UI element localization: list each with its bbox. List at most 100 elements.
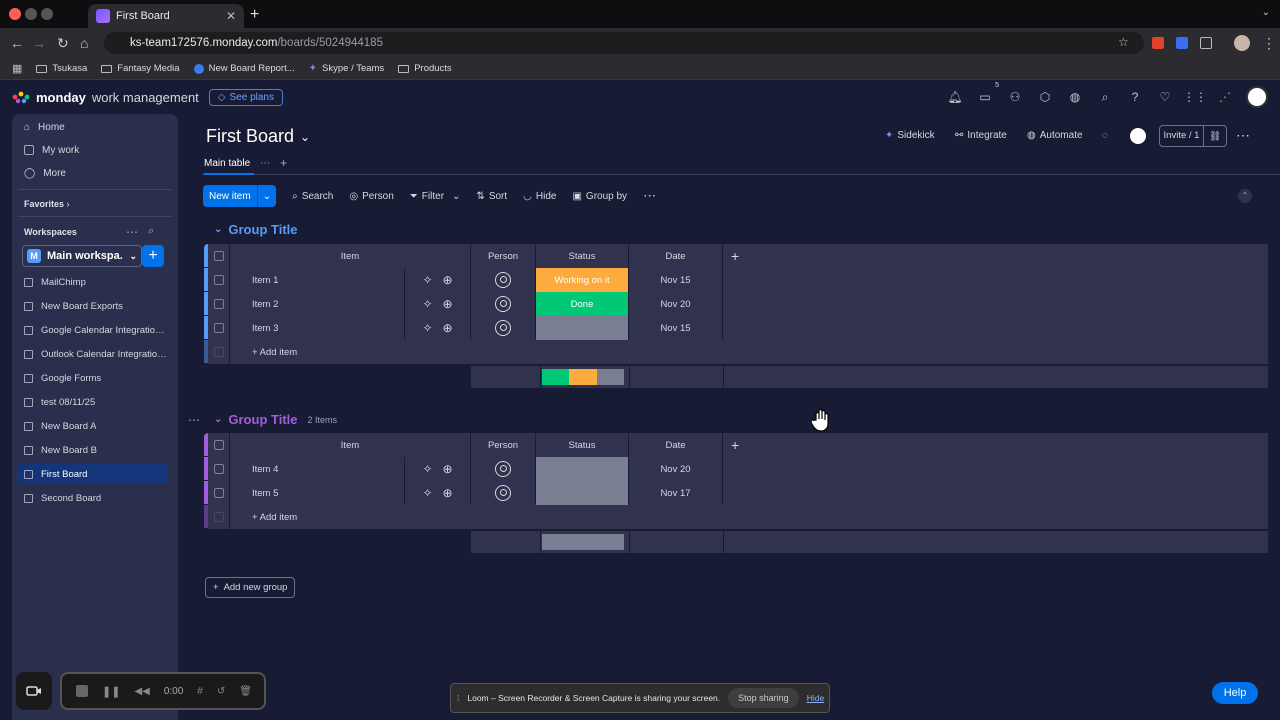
- user-avatar[interactable]: [1246, 86, 1268, 108]
- chevron-down-icon[interactable]: ⌄: [452, 191, 460, 202]
- date-cell[interactable]: Nov 20: [629, 457, 723, 481]
- person-cell[interactable]: [471, 292, 536, 316]
- loom-camera-button[interactable]: [16, 672, 52, 710]
- person-cell[interactable]: [471, 457, 536, 481]
- row-checkbox[interactable]: [208, 292, 230, 316]
- more-options-icon[interactable]: ⋯: [126, 225, 138, 239]
- link-icon[interactable]: ⛓: [1204, 131, 1226, 142]
- sidebar-board-outlook-calendar[interactable]: Outlook Calendar Integration...: [18, 344, 168, 364]
- integrate-button[interactable]: ⚯ Integrate: [955, 130, 1007, 141]
- sidebar-board-test[interactable]: test 08/11/25: [18, 392, 168, 412]
- column-header-date[interactable]: Date: [629, 244, 723, 268]
- inbox-icon[interactable]: ▭ 5: [976, 82, 999, 106]
- tab-options-icon[interactable]: ⋯: [260, 158, 270, 169]
- sidebar-board-new-board-a[interactable]: New Board A: [18, 416, 168, 436]
- monday-products-icon[interactable]: ⋰: [1216, 88, 1234, 106]
- minimize-window-button[interactable]: [25, 8, 37, 20]
- search-button[interactable]: ⌕ Search: [292, 191, 333, 202]
- date-cell[interactable]: Nov 15: [629, 268, 723, 292]
- extension-icon[interactable]: [1152, 37, 1164, 49]
- maximize-window-button[interactable]: [41, 8, 53, 20]
- select-all-checkbox[interactable]: [208, 244, 230, 268]
- sidebar-board-mailchimp[interactable]: MailChimp: [18, 272, 168, 292]
- column-header-date[interactable]: Date: [629, 433, 723, 457]
- column-header-person[interactable]: Person: [471, 244, 536, 268]
- sparkle-icon[interactable]: ✧: [422, 462, 432, 476]
- filter-button[interactable]: ⏷ Filter ⌄: [410, 191, 461, 202]
- person-cell[interactable]: [471, 268, 536, 292]
- row-checkbox[interactable]: [208, 316, 230, 340]
- add-view-button[interactable]: +: [280, 156, 287, 170]
- help-icon[interactable]: ?: [1126, 88, 1144, 106]
- date-cell[interactable]: Nov 15: [629, 316, 723, 340]
- bookmark-new-board-report[interactable]: New Board Report...: [193, 63, 295, 74]
- add-column-button[interactable]: +: [723, 244, 1268, 268]
- close-tab-icon[interactable]: ✕: [226, 9, 236, 23]
- tab-main-table[interactable]: Main table: [204, 158, 250, 169]
- sparkle-icon[interactable]: ✧: [422, 486, 432, 500]
- address-bar[interactable]: ks-team172576.monday.com/boards/50249441…: [104, 32, 1144, 54]
- group-menu-icon[interactable]: ⋯: [188, 413, 200, 427]
- pause-icon[interactable]: ❚❚: [102, 685, 120, 698]
- sidebar-item-more[interactable]: ◯ More: [22, 162, 172, 184]
- robot-icon[interactable]: ◍: [1066, 88, 1084, 106]
- group-by-button[interactable]: ▣ Group by: [572, 191, 627, 202]
- status-cell[interactable]: Working on it: [536, 268, 629, 292]
- trash-icon[interactable]: 🗑︎: [239, 686, 252, 697]
- grid-icon[interactable]: #: [197, 686, 203, 697]
- sparkle-icon[interactable]: ✧: [422, 273, 432, 287]
- select-all-checkbox[interactable]: [208, 433, 230, 457]
- status-cell[interactable]: [536, 457, 629, 481]
- person-cell[interactable]: [471, 481, 536, 505]
- sort-button[interactable]: ⇅ Sort: [476, 191, 507, 202]
- stop-sharing-button[interactable]: Stop sharing: [728, 688, 799, 708]
- bookmark-products[interactable]: Products: [398, 63, 452, 74]
- profile-avatar[interactable]: [1234, 35, 1250, 51]
- status-cell[interactable]: Done: [536, 292, 629, 316]
- row-checkbox[interactable]: [208, 481, 230, 505]
- invite-members-icon[interactable]: ⚇: [1006, 88, 1024, 106]
- product-switcher-icon[interactable]: ⋮⋮: [1183, 88, 1207, 106]
- item-name[interactable]: Item 1: [230, 268, 405, 292]
- favorites-header[interactable]: Favorites ›: [24, 199, 70, 209]
- search-icon[interactable]: ⌕: [1096, 88, 1114, 106]
- home-button[interactable]: ⌂: [80, 35, 88, 51]
- updates-icon[interactable]: ◌: [1102, 130, 1108, 141]
- board-title[interactable]: First Board ⌄: [206, 126, 310, 147]
- sidekick-button[interactable]: ✦ Sidekick: [885, 130, 935, 141]
- drag-handle-icon[interactable]: ⁞: [457, 693, 459, 703]
- heart-icon[interactable]: ♡: [1156, 88, 1174, 106]
- forward-button[interactable]: →: [32, 35, 46, 51]
- sidebar-board-second-board[interactable]: Second Board: [18, 488, 168, 508]
- chevron-down-icon[interactable]: ⌄: [256, 185, 276, 207]
- automate-button[interactable]: ◍ Automate: [1027, 130, 1083, 141]
- column-header-item[interactable]: Item: [230, 244, 471, 268]
- row-checkbox[interactable]: [208, 268, 230, 292]
- item-name[interactable]: Item 5: [230, 481, 405, 505]
- hide-banner-link[interactable]: Hide: [807, 693, 824, 703]
- help-button[interactable]: Help: [1212, 682, 1258, 704]
- apps-icon[interactable]: ⬡: [1036, 88, 1054, 106]
- add-column-button[interactable]: +: [723, 433, 1268, 457]
- add-update-icon[interactable]: ⊕: [443, 486, 453, 500]
- sidebar-board-new-board-exports[interactable]: New Board Exports: [18, 296, 168, 316]
- person-cell[interactable]: [471, 316, 536, 340]
- add-update-icon[interactable]: ⊕: [443, 321, 453, 335]
- back-button[interactable]: ←: [10, 35, 24, 51]
- column-header-status[interactable]: Status: [536, 244, 629, 268]
- group-title[interactable]: ⋯ ⌄ Group Title 2 Items: [188, 412, 337, 427]
- sidebar-item-home[interactable]: ⌂ Home: [22, 116, 172, 138]
- add-new-group-button[interactable]: + Add new group: [205, 577, 296, 598]
- hide-button[interactable]: ◡ Hide: [523, 191, 556, 202]
- add-item-input[interactable]: + Add item: [230, 340, 1268, 364]
- board-menu-icon[interactable]: ⋯: [1236, 127, 1250, 144]
- sidebar-board-first-board[interactable]: First Board: [18, 464, 168, 484]
- date-cell[interactable]: Nov 20: [629, 292, 723, 316]
- status-cell[interactable]: [536, 481, 629, 505]
- item-name[interactable]: Item 2: [230, 292, 405, 316]
- sidebar-item-my-work[interactable]: My work: [22, 139, 172, 161]
- chevron-down-icon[interactable]: ⌄: [214, 414, 222, 425]
- bookmark-skype-teams[interactable]: ✦ Skype / Teams: [309, 63, 385, 74]
- invite-button[interactable]: Invite / 1 ⛓: [1159, 125, 1227, 147]
- item-name[interactable]: Item 3: [230, 316, 405, 340]
